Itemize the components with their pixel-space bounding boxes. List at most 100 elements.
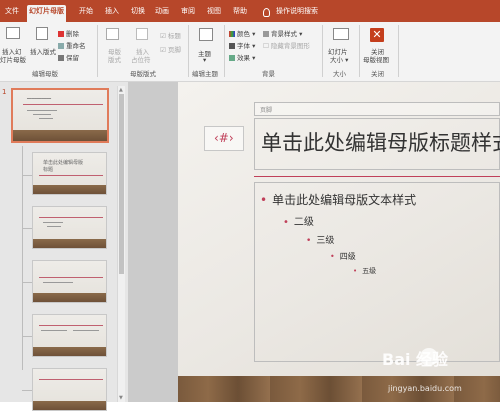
pin-icon xyxy=(58,55,64,61)
close-master-view-button-line2[interactable]: 母版视图 xyxy=(363,54,389,64)
background-styles-dropdown[interactable]: 背景样式 ▾ xyxy=(263,28,302,38)
divider xyxy=(188,25,189,77)
palette-icon xyxy=(229,31,235,37)
divider xyxy=(398,25,399,77)
divider xyxy=(322,25,323,77)
thumb-text-line xyxy=(43,282,73,283)
tab-slide-master[interactable]: 幻灯片母版 xyxy=(27,5,66,22)
bullet-icon: • xyxy=(260,193,268,207)
slide-number-placeholder[interactable]: ‹#› xyxy=(204,126,244,151)
thumb-accent-line xyxy=(39,325,103,326)
effects-dropdown[interactable]: 效果 ▾ xyxy=(229,52,255,62)
thumb-title-line: ━━━━━━━━━━ xyxy=(27,96,52,101)
bullet-icon: • xyxy=(283,217,289,228)
slide-size-button-line2[interactable]: 大小 ▾ xyxy=(330,54,348,64)
effects-icon xyxy=(229,55,235,61)
insert-slide-master-button-line2[interactable]: 灯片母版 xyxy=(0,54,26,64)
layout-thumbnail[interactable] xyxy=(32,260,107,303)
footer-placeholder-text: 页脚 xyxy=(260,107,273,114)
footer-checkbox[interactable]: ☑ 页脚 xyxy=(160,44,181,54)
body-level-3: • 三级 xyxy=(306,236,335,246)
insert-placeholder-button-line2[interactable]: 占位符 xyxy=(131,54,151,64)
title-placeholder[interactable]: 单击此处编辑母版标题样式 xyxy=(254,118,500,170)
title-checkbox[interactable]: ☑ 标题 xyxy=(160,30,181,40)
bullet-icon: • xyxy=(353,267,358,275)
slide-size-icon xyxy=(333,28,349,40)
scroll-up-icon[interactable]: ▲ xyxy=(119,87,123,93)
group-label-close: 关闭 xyxy=(371,70,384,78)
thumbnail-connector xyxy=(22,282,32,283)
thumbnail-connector xyxy=(22,228,32,229)
thumb-accent-line xyxy=(39,379,103,380)
thumb-text-line xyxy=(41,330,67,331)
tell-me-search[interactable]: 操作说明搜索 xyxy=(274,5,320,22)
slide-number-placeholder-text: ‹#› xyxy=(214,131,234,145)
close-icon: ✕ xyxy=(370,28,384,42)
thumbnail-scrollbar[interactable]: ▲ ▼ xyxy=(117,86,125,402)
tab-view[interactable]: 视图 xyxy=(205,5,223,22)
group-label-size: 大小 xyxy=(333,70,346,78)
master-layout-button-line2[interactable]: 版式 xyxy=(108,54,121,64)
thumb-title-text-line2: 标题 xyxy=(43,167,54,173)
title-accent-line xyxy=(254,176,500,177)
body-level-1: • 单击此处编辑母版文本样式 xyxy=(260,193,417,207)
delete-icon xyxy=(58,31,64,37)
tab-animations[interactable]: 动画 xyxy=(153,5,171,22)
layout-thumbnail[interactable] xyxy=(32,368,107,411)
scroll-down-icon[interactable]: ▼ xyxy=(119,395,123,401)
group-label-master-layout: 母版版式 xyxy=(130,70,156,78)
insert-layout-button[interactable]: 插入版式 xyxy=(30,46,56,56)
divider xyxy=(224,25,225,77)
slide-number: 1 xyxy=(2,88,7,96)
thumbnail-connector xyxy=(22,175,32,176)
thumb-text-line xyxy=(27,110,57,111)
divider xyxy=(359,25,360,77)
tab-home[interactable]: 开始 xyxy=(77,5,95,22)
tab-help[interactable]: 帮助 xyxy=(231,5,249,22)
rename-icon xyxy=(58,43,64,49)
tab-transitions[interactable]: 切换 xyxy=(129,5,147,22)
thumb-text-line xyxy=(39,118,53,119)
thumb-accent-line xyxy=(23,104,103,105)
thumb-accent-line xyxy=(39,217,103,218)
colors-dropdown[interactable]: 颜色 ▾ xyxy=(229,28,255,38)
rename-button[interactable]: 重命名 xyxy=(58,40,86,50)
tab-insert[interactable]: 插入 xyxy=(103,5,121,22)
watermark-brand: Bai 经验 xyxy=(382,350,449,369)
insert-placeholder-icon xyxy=(136,28,148,40)
group-label-background: 背景 xyxy=(262,70,275,78)
hide-background-checkbox[interactable]: ☐ 隐藏背景图形 xyxy=(263,40,310,50)
slide-title: 单击此处编辑母版标题样式 xyxy=(261,131,500,155)
group-label-edit-master: 编辑母版 xyxy=(32,70,58,78)
chevron-down-icon[interactable]: ▾ xyxy=(203,56,206,64)
body-placeholder[interactable] xyxy=(254,182,500,362)
ribbon-tab-bar: 文件 幻灯片母版 开始 插入 切换 动画 审阅 视图 帮助 操作说明搜索 xyxy=(0,0,500,22)
layout-thumbnail[interactable]: 单击此处编辑母版 标题 xyxy=(32,152,107,195)
body-level-5: • 五级 xyxy=(353,267,377,275)
insert-layout-icon xyxy=(36,27,48,40)
body-level-2: • 二级 xyxy=(283,217,314,228)
layout-thumbnail[interactable] xyxy=(32,206,107,249)
thumb-text-line xyxy=(43,222,63,223)
preserve-button[interactable]: 保留 xyxy=(58,52,79,62)
tab-file[interactable]: 文件 xyxy=(3,5,21,22)
footer-placeholder[interactable]: 页脚 xyxy=(254,102,500,116)
scrollbar-thumb[interactable] xyxy=(119,94,124,274)
slide-master-thumbnail[interactable]: ━━━━━━━━━━ xyxy=(11,88,109,143)
master-layout-icon xyxy=(106,28,119,40)
divider xyxy=(97,25,98,77)
layout-thumbnail[interactable] xyxy=(32,314,107,357)
ribbon: 插入幻 灯片母版 插入版式 删除 重命名 保留 编辑母版 母版 版式 插入 占位… xyxy=(0,22,500,82)
group-label-edit-theme: 编辑主题 xyxy=(192,70,218,78)
bullet-icon: • xyxy=(306,236,312,246)
thumbnail-connector xyxy=(22,336,32,337)
font-icon xyxy=(229,43,235,49)
delete-button[interactable]: 删除 xyxy=(58,28,79,38)
thumb-text-line xyxy=(33,114,51,115)
tab-review[interactable]: 审阅 xyxy=(179,5,197,22)
fonts-dropdown[interactable]: 字体 ▾ xyxy=(229,40,255,50)
background-icon xyxy=(263,31,269,37)
bullet-icon: • xyxy=(330,252,335,261)
thumb-text-line xyxy=(47,226,61,227)
thumb-title-text: 单击此处编辑母版 xyxy=(43,160,84,166)
